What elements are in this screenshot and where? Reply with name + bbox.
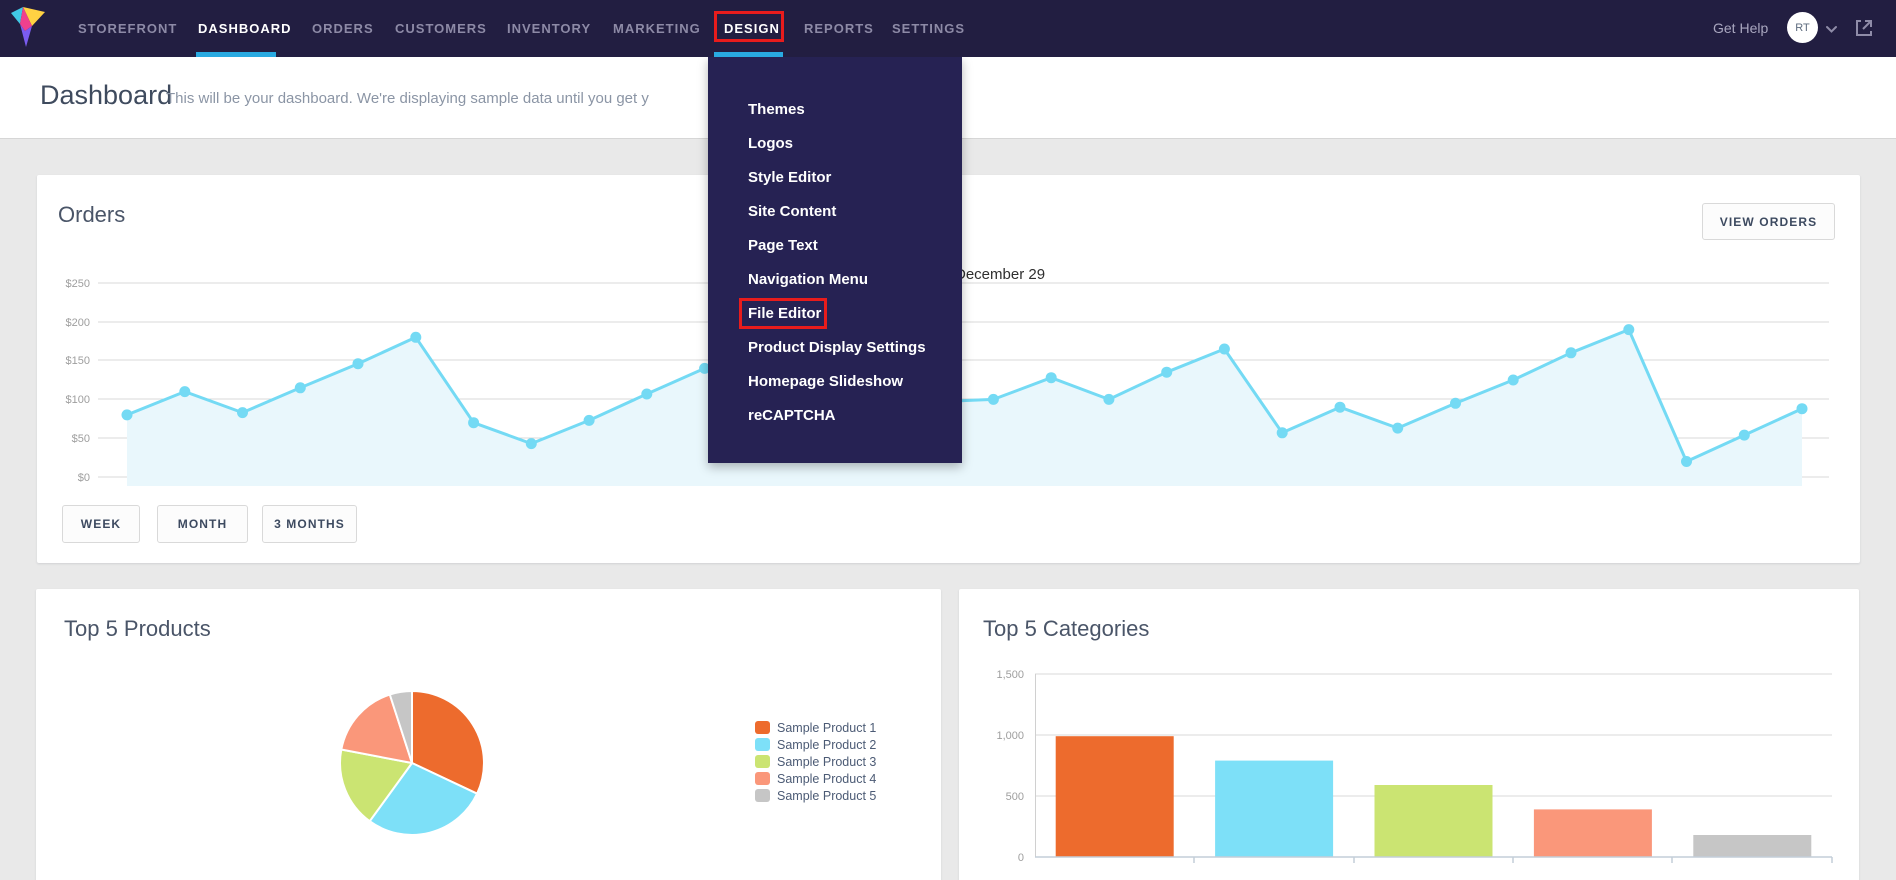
orders-series <box>121 324 1808 486</box>
bar-series <box>1055 736 1812 857</box>
design-dropdown-menu: Themes Logos Style Editor Site Content P… <box>708 57 962 463</box>
nav-item-orders[interactable]: ORDERS <box>312 0 374 57</box>
legend-swatch-green <box>755 755 770 768</box>
svg-text:1,500: 1,500 <box>996 669 1024 681</box>
nav-item-storefront[interactable]: STOREFRONT <box>78 0 177 57</box>
top5-products-title: Top 5 Products <box>64 616 211 641</box>
menu-item-file-editor[interactable]: File Editor <box>708 297 962 331</box>
menu-item-homepage-slideshow[interactable]: Homepage Slideshow <box>708 365 962 399</box>
nav-item-dashboard[interactable]: DASHBOARD <box>198 0 292 57</box>
design-active-underline <box>714 52 783 57</box>
svg-text:1,000: 1,000 <box>996 730 1024 742</box>
legend-label: Sample Product 5 <box>777 788 877 803</box>
legend-swatch-orange <box>755 721 770 734</box>
pie-legend: Sample Product 1 Sample Product 2 Sample… <box>755 719 876 804</box>
nav-item-design[interactable]: DESIGN <box>724 0 780 57</box>
nav-item-settings[interactable]: SETTINGS <box>892 0 965 57</box>
menu-item-page-text[interactable]: Page Text <box>708 229 962 263</box>
legend-swatch-gray <box>755 789 770 802</box>
products-pie-chart <box>339 689 485 836</box>
legend-label: Sample Product 2 <box>777 737 877 752</box>
top5-categories-title: Top 5 Categories <box>983 616 1150 641</box>
app-window: STOREFRONT DASHBOARD ORDERS CUSTOMERS IN… <box>0 0 1896 880</box>
svg-text:$50: $50 <box>72 433 90 445</box>
legend-label: Sample Product 1 <box>777 720 877 735</box>
top-navigation-bar: STOREFRONT DASHBOARD ORDERS CUSTOMERS IN… <box>0 0 1896 57</box>
nav-item-customers[interactable]: CUSTOMERS <box>395 0 487 57</box>
legend-swatch-cyan <box>755 738 770 751</box>
page-subtitle: This will be your dashboard. We're displ… <box>166 90 649 107</box>
view-orders-button[interactable]: VIEW ORDERS <box>1702 203 1835 240</box>
menu-item-navigation-menu[interactable]: Navigation Menu <box>708 263 962 297</box>
menu-item-style-editor[interactable]: Style Editor <box>708 161 962 195</box>
volusion-logo-icon[interactable] <box>11 7 45 47</box>
orders-panel-title: Orders <box>58 202 126 227</box>
legend-label: Sample Product 3 <box>777 754 877 769</box>
dashboard-active-underline <box>196 52 276 57</box>
chart-annotation-date: December 29 <box>955 266 1046 283</box>
get-help-link[interactable]: Get Help <box>1713 0 1768 57</box>
legend-item: Sample Product 5 <box>755 787 876 804</box>
legend-swatch-salmon <box>755 772 770 785</box>
svg-text:$0: $0 <box>78 472 90 484</box>
nav-item-inventory[interactable]: INVENTORY <box>507 0 591 57</box>
range-month-button[interactable]: MONTH <box>157 505 248 543</box>
page-title: Dashboard <box>40 80 173 110</box>
svg-text:0: 0 <box>1018 852 1024 864</box>
menu-item-recaptcha[interactable]: reCAPTCHA <box>708 399 962 433</box>
menu-item-product-display-settings[interactable]: Product Display Settings <box>708 331 962 365</box>
nav-item-marketing[interactable]: MARKETING <box>613 0 701 57</box>
legend-item: Sample Product 1 <box>755 719 876 736</box>
svg-text:$150: $150 <box>66 355 90 367</box>
menu-item-site-content[interactable]: Site Content <box>708 195 962 229</box>
legend-item: Sample Product 3 <box>755 753 876 770</box>
legend-item: Sample Product 2 <box>755 736 876 753</box>
categories-bar-chart: 1,500 1,000 500 0 <box>996 669 1833 864</box>
legend-label: Sample Product 4 <box>777 771 877 786</box>
bar-chart-y-axis: 1,500 1,000 500 0 <box>996 669 1024 864</box>
svg-text:$200: $200 <box>66 317 90 329</box>
orders-chart-y-axis: $250 $200 $150 $100 $50 $0 <box>66 278 90 484</box>
avatar[interactable]: RT <box>1787 12 1818 43</box>
menu-item-logos[interactable]: Logos <box>708 127 962 161</box>
svg-text:$100: $100 <box>66 394 90 406</box>
range-3months-button[interactable]: 3 MONTHS <box>262 505 357 543</box>
menu-item-themes[interactable]: Themes <box>708 93 962 127</box>
nav-item-reports[interactable]: REPORTS <box>804 0 874 57</box>
range-week-button[interactable]: WEEK <box>62 505 140 543</box>
external-link-icon[interactable] <box>1853 17 1875 39</box>
legend-item: Sample Product 4 <box>755 770 876 787</box>
svg-text:500: 500 <box>1006 791 1024 803</box>
svg-text:$250: $250 <box>66 278 90 290</box>
chevron-down-icon[interactable] <box>1826 26 1837 33</box>
